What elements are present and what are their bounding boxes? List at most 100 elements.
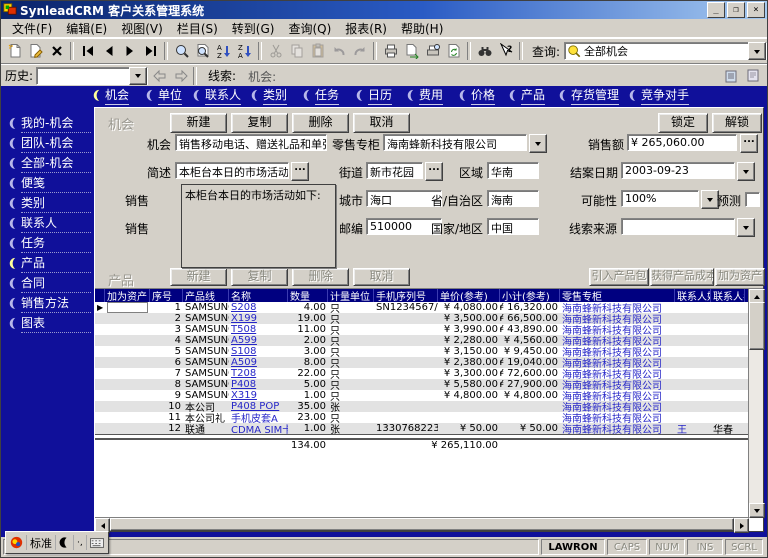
link-retail[interactable]: 海南蜂新科技有限公司: [562, 313, 662, 324]
cell-name[interactable]: CDMA SIM卡: [229, 423, 288, 434]
cell-retail[interactable]: 海南蜂新科技有限公司: [560, 302, 675, 313]
history-combobox[interactable]: [36, 67, 148, 85]
cut-icon[interactable]: [265, 41, 286, 61]
cell-retail[interactable]: 海南蜂新科技有限公司: [560, 324, 675, 335]
close-button[interactable]: ×: [747, 2, 765, 18]
history-dropdown-button[interactable]: [129, 67, 147, 85]
tab-联系人[interactable]: 联系人: [191, 88, 241, 103]
ime-fullhalf-moon-icon[interactable]: [56, 535, 74, 550]
cell-retail[interactable]: 海南蜂新科技有限公司: [560, 401, 675, 412]
retail-field[interactable]: 海南蜂新科技有限公司: [383, 134, 527, 151]
close_date-field[interactable]: 2003-09-23: [621, 162, 735, 179]
scroll-right-icon[interactable]: [734, 518, 749, 533]
cell-name[interactable]: P408: [229, 379, 288, 390]
column-header-联系人名[interactable]: 联系人名: [711, 289, 745, 302]
cell-retail[interactable]: 海南蜂新科技有限公司: [560, 390, 675, 401]
find-binoculars-icon[interactable]: [474, 41, 495, 61]
column-header-计量单位[interactable]: 计量单位: [328, 289, 374, 302]
zoom-doc-icon[interactable]: [192, 41, 213, 61]
link-retail[interactable]: 海南蜂新科技有限公司: [562, 401, 662, 412]
link-name[interactable]: S108: [231, 346, 256, 357]
table-row[interactable]: 12联通CDMA SIM卡1.00张13307682236¥ 50.00¥ 50…: [95, 423, 749, 434]
close_date-dropdown-button[interactable]: [737, 162, 755, 181]
form-icon[interactable]: [742, 66, 763, 86]
region-field[interactable]: 华南: [487, 162, 539, 179]
summary-ellipsis-button[interactable]: ...: [291, 162, 309, 181]
ime-keyboard-icon[interactable]: [87, 535, 107, 550]
sidebar-item-全部-机会[interactable]: 全部-机会: [7, 155, 91, 171]
cell-retail[interactable]: 海南蜂新科技有限公司: [560, 346, 675, 357]
sidebar-item-任务[interactable]: 任务: [7, 235, 91, 251]
cell-name[interactable]: A599: [229, 335, 288, 346]
ime-logo-icon[interactable]: [7, 535, 27, 550]
table-row[interactable]: 5SAMSUNGS1083.00只¥ 3,150.00¥ 9,450.00海南蜂…: [95, 346, 749, 357]
tab-存货管理[interactable]: 存货管理: [557, 88, 619, 103]
amount-field[interactable]: ¥ 265,060.00: [627, 134, 737, 151]
link-name[interactable]: 手机皮套A: [231, 412, 278, 423]
province-field[interactable]: 海南: [487, 190, 539, 207]
country-field[interactable]: 中国: [487, 218, 539, 235]
cell-name[interactable]: T508: [229, 324, 288, 335]
menu-item-1[interactable]: 编辑(E): [59, 19, 114, 38]
link-retail[interactable]: 海南蜂新科技有限公司: [562, 379, 662, 390]
tab-单位[interactable]: 单位: [144, 88, 182, 103]
link-last[interactable]: 王: [677, 423, 687, 434]
paste-icon[interactable]: [307, 41, 328, 61]
horizontal-scroll-thumb[interactable]: [110, 518, 734, 531]
cell-retail[interactable]: 海南蜂新科技有限公司: [560, 313, 675, 324]
forecast-checkbox[interactable]: [745, 192, 760, 207]
amount-ellipsis-button[interactable]: ...: [740, 134, 758, 153]
back-icon[interactable]: [151, 68, 169, 84]
tab-竞争对手[interactable]: 竞争对手: [627, 88, 689, 103]
tab-费用[interactable]: 费用: [405, 88, 443, 103]
summary-memo-popup[interactable]: 本柜台本日的市场活动如下:: [181, 184, 336, 268]
cell-name[interactable]: A509: [229, 357, 288, 368]
probability-field[interactable]: 100%: [621, 190, 699, 207]
menu-item-4[interactable]: 转到(G): [225, 19, 282, 38]
cell-retail[interactable]: 海南蜂新科技有限公司: [560, 412, 675, 423]
cell-retail[interactable]: 海南蜂新科技有限公司: [560, 357, 675, 368]
vertical-scroll-thumb[interactable]: [749, 302, 765, 350]
tab-类别[interactable]: 类别: [249, 88, 287, 103]
lead_source-field[interactable]: [621, 218, 735, 235]
query-combobox[interactable]: 全部机会: [564, 42, 767, 60]
first-record-icon[interactable]: [77, 41, 98, 61]
column-header-名称[interactable]: 名称: [229, 289, 288, 302]
cell-name[interactable]: X199: [229, 313, 288, 324]
sidebar-item-联系人[interactable]: 联系人: [7, 215, 91, 231]
sidebar-item-图表[interactable]: 图表: [7, 315, 91, 331]
column-header-数量[interactable]: 数量: [288, 289, 328, 302]
link-name[interactable]: X199: [231, 313, 257, 324]
help-select-icon[interactable]: ?: [495, 41, 516, 61]
opportunity-field[interactable]: 销售移动电话、赠送礼品和单张: [175, 134, 327, 151]
column-header-序号[interactable]: 序号: [150, 289, 183, 302]
table-row[interactable]: 8SAMSUNGP4085.00只¥ 5,580.00¥ 27,900.00海南…: [95, 379, 749, 390]
menu-item-2[interactable]: 视图(V): [114, 19, 170, 38]
copy-icon[interactable]: [286, 41, 307, 61]
query-dropdown-button[interactable]: [748, 42, 766, 60]
column-header-单价(参考)[interactable]: 单价(参考): [438, 289, 500, 302]
zoom-icon[interactable]: [171, 41, 192, 61]
table-row[interactable]: 7SAMSUNGT20822.00只¥ 3,300.00¥ 72,600.00海…: [95, 368, 749, 379]
last-record-icon[interactable]: [140, 41, 161, 61]
sort-asc-icon[interactable]: AZ: [213, 41, 234, 61]
ime-mode-button[interactable]: 标准: [27, 535, 56, 550]
link-retail[interactable]: 海南蜂新科技有限公司: [562, 390, 662, 401]
redo-icon[interactable]: [349, 41, 370, 61]
sidebar-item-产品[interactable]: 产品: [7, 255, 91, 271]
tab-任务[interactable]: 任务: [301, 88, 339, 103]
table-row[interactable]: 10本公司P408 POP35.00张海南蜂新科技有限公司: [95, 401, 749, 412]
edit-doc-icon[interactable]: [25, 41, 46, 61]
forward-icon[interactable]: [172, 68, 190, 84]
sidebar-item-类别[interactable]: 类别: [7, 195, 91, 211]
sort-desc-icon[interactable]: ZA: [234, 41, 255, 61]
link-retail[interactable]: 海南蜂新科技有限公司: [562, 423, 662, 434]
menu-item-6[interactable]: 报表(R): [338, 19, 394, 38]
cell-retail[interactable]: 海南蜂新科技有限公司: [560, 368, 675, 379]
link-retail[interactable]: 海南蜂新科技有限公司: [562, 357, 662, 368]
link-name[interactable]: S208: [231, 302, 256, 313]
restore-button[interactable]: ❐: [727, 2, 745, 18]
link-name[interactable]: A509: [231, 357, 257, 368]
table-row[interactable]: ▶1SAMSUNGS2084.00只SN1234567/68/¥ 4,080.0…: [95, 302, 749, 313]
export-doc-icon[interactable]: [401, 41, 422, 61]
